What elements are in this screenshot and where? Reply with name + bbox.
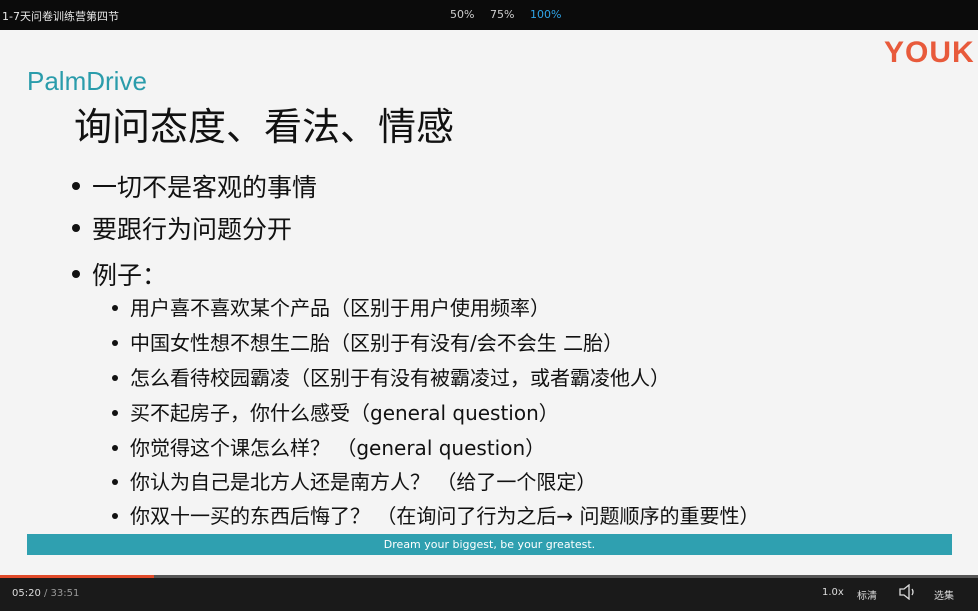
video-top-bar: 1-7天问卷训练营第四节 50% 75% 100% bbox=[0, 0, 978, 30]
slide-frame: YOUK PalmDrive 询问态度、看法、情感 一切不是客观的事情 要跟行为… bbox=[0, 30, 978, 575]
example-item: 你双十一买的东西后悔了？ （在询问了行为之后→ 问题顺序的重要性） bbox=[112, 500, 759, 529]
time-display: 05:20 / 33:51 bbox=[12, 588, 79, 599]
video-title: 1-7天问卷训练营第四节 bbox=[2, 10, 119, 23]
bullet-dot-icon bbox=[112, 512, 118, 519]
total-time: / 33:51 bbox=[40, 588, 80, 599]
bullet-dot-icon bbox=[72, 224, 80, 232]
example-item: 中国女性想不想生二胎（区别于有没有/会不会生 二胎） bbox=[112, 327, 623, 356]
example-item: 怎么看待校园霸凌（区别于有没有被霸凌过，或者霸凌他人） bbox=[112, 362, 670, 391]
zoom-option-75[interactable]: 75% bbox=[490, 8, 514, 21]
bullet-dot-icon bbox=[72, 270, 80, 278]
slide-footer-banner: Dream your biggest, be your greatest. bbox=[27, 534, 952, 555]
slide-heading: 询问态度、看法、情感 bbox=[74, 105, 455, 149]
player-controls: 05:20 / 33:51 1.0x 标清 选集 bbox=[0, 575, 978, 611]
example-item: 你觉得这个课怎么样？ （general question） bbox=[112, 432, 545, 461]
example-item: 买不起房子，你什么感受（general question） bbox=[112, 397, 559, 426]
progress-bar[interactable] bbox=[0, 575, 978, 578]
bullet-item: 例子： bbox=[72, 256, 167, 292]
episodes-button[interactable]: 选集 bbox=[934, 587, 954, 602]
current-time: 05:20 bbox=[12, 588, 41, 599]
bullet-item: 要跟行为问题分开 bbox=[72, 210, 292, 246]
bullet-dot-icon bbox=[112, 374, 118, 381]
zoom-option-100[interactable]: 100% bbox=[530, 8, 561, 21]
quality-button[interactable]: 标清 bbox=[857, 587, 877, 602]
bullet-dot-icon bbox=[112, 339, 118, 346]
example-item: 用户喜不喜欢某个产品（区别于用户使用频率） bbox=[112, 292, 550, 321]
zoom-option-50[interactable]: 50% bbox=[450, 8, 474, 21]
palmdrive-logo: PalmDrive bbox=[27, 66, 147, 96]
bullet-dot-icon bbox=[112, 478, 118, 485]
speed-button[interactable]: 1.0x bbox=[822, 587, 844, 598]
youku-watermark: YOUK bbox=[884, 36, 975, 69]
bullet-dot-icon bbox=[112, 304, 118, 311]
progress-fill bbox=[0, 575, 154, 578]
example-item: 你认为自己是北方人还是南方人？ （给了一个限定） bbox=[112, 466, 596, 495]
bullet-item: 一切不是客观的事情 bbox=[72, 168, 317, 204]
bullet-dot-icon bbox=[112, 444, 118, 451]
bullet-dot-icon bbox=[112, 409, 118, 416]
volume-icon[interactable] bbox=[898, 584, 918, 600]
bullet-dot-icon bbox=[72, 182, 80, 190]
